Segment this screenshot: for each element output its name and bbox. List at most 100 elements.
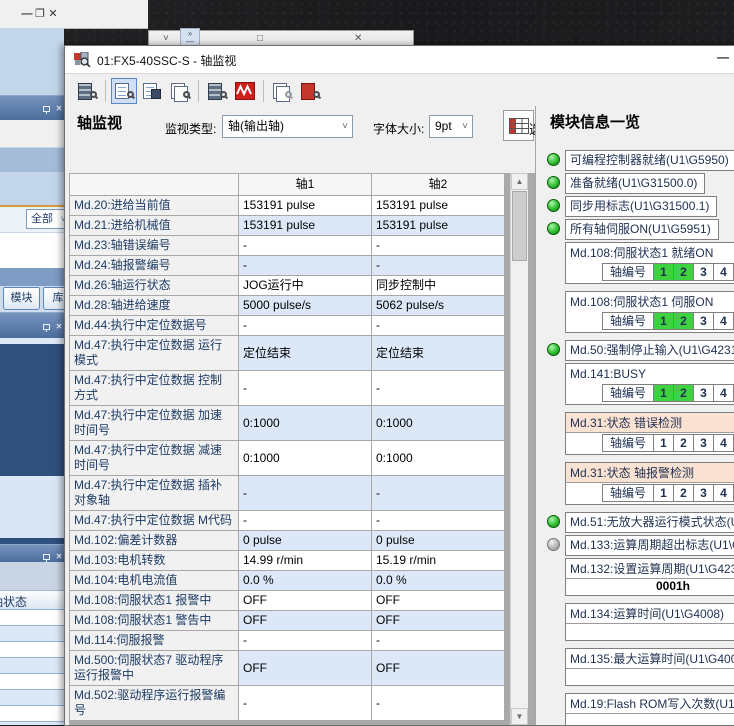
monitor-list-icon bbox=[114, 82, 134, 100]
monitor-item-label: Md.114:伺服报警 bbox=[70, 631, 239, 651]
table-row: Md.47:执行中定位数据 插补对象轴-- bbox=[70, 476, 505, 511]
axis-4-indicator: 4 bbox=[713, 484, 734, 502]
close-icon[interactable]: × bbox=[56, 103, 62, 114]
table-row: Md.47:执行中定位数据 运行模式定位结束定位结束 bbox=[70, 336, 505, 371]
table-row: Md.104:电机电流值0.0 %0.0 % bbox=[70, 571, 505, 591]
dock-toolbar-area bbox=[0, 120, 64, 147]
font-size-value: 9pt bbox=[435, 119, 452, 133]
axis-1-indicator: 1 bbox=[653, 263, 674, 281]
table-row: Md.26:轴运行状态JOG运行中同步控制中 bbox=[70, 276, 505, 296]
table-row: Md.47:执行中定位数据 加速时间号0:10000:1000 bbox=[70, 406, 505, 441]
axis-2-indicator: 2 bbox=[673, 384, 694, 402]
scroll-down-icon[interactable]: ▼ bbox=[511, 708, 528, 725]
monitor-item-label: Md.500:伺服状态7 驱动程序运行报警中 bbox=[70, 651, 239, 686]
scroll-up-icon[interactable]: ▲ bbox=[511, 173, 528, 190]
dock-panel-titlebar: × bbox=[0, 312, 64, 338]
close-icon[interactable]: × bbox=[56, 551, 62, 562]
axis-number-label: 轴编号 bbox=[602, 384, 654, 402]
gray-led-icon bbox=[547, 538, 560, 551]
status-header-label: 轴状态 bbox=[0, 593, 27, 610]
table-row: Md.24:轴报警编号-- bbox=[70, 256, 505, 276]
green-led-icon bbox=[547, 153, 560, 166]
monitor-start-icon bbox=[77, 82, 97, 100]
axis-monitor-window: 01:FX5-40SSC-S - 轴监视 — 轴监视 监视类型: 轴(输出轴) … bbox=[64, 45, 734, 726]
maximize-icon[interactable]: □ bbox=[257, 32, 263, 46]
close-icon[interactable]: ✕ bbox=[46, 6, 60, 22]
axis1-value: 0 pulse bbox=[239, 531, 372, 551]
close-icon[interactable]: × bbox=[56, 321, 62, 332]
restore-icon[interactable]: ❐ bbox=[33, 6, 47, 22]
monitor-item-label: Md.21:进给机械值 bbox=[70, 216, 239, 236]
dock-panel-titlebar: × bbox=[0, 95, 64, 120]
save-monitor-data-icon bbox=[142, 82, 162, 100]
close-icon[interactable]: ✕ bbox=[354, 32, 362, 46]
dock-list-area bbox=[0, 232, 64, 268]
status-value bbox=[566, 624, 734, 640]
axis2-value: - bbox=[372, 236, 505, 256]
axis-monitor-pane: 轴监视 监视类型: 轴(输出轴) ˅ 字体大小: 9pt ˅ bbox=[65, 106, 535, 725]
monitor-type-select[interactable]: 轴(输出轴) ˅ bbox=[222, 115, 353, 138]
axis-2-indicator: 2 bbox=[673, 484, 694, 502]
module-error-monitor-icon bbox=[300, 82, 320, 100]
monitor-item-label: Md.103:电机转数 bbox=[70, 551, 239, 571]
background-app-titlebar: — ❐ ✕ bbox=[0, 0, 148, 29]
table-row: Md.502:驱动程序运行报警编号-- bbox=[70, 686, 505, 721]
vertical-scrollbar[interactable]: ▲ ▼ bbox=[510, 173, 528, 725]
magnifier-glyph bbox=[90, 91, 97, 98]
toolbar-separator bbox=[263, 80, 264, 102]
axis-3-indicator: 3 bbox=[693, 484, 714, 502]
axis1-value: 0:1000 bbox=[239, 406, 372, 441]
magnifier-glyph bbox=[127, 91, 134, 98]
status-label: 所有轴伺服ON(U1\G5951) bbox=[565, 219, 719, 240]
dock-panel-area bbox=[0, 480, 64, 538]
axis2-value: 0 pulse bbox=[372, 531, 505, 551]
monitor-list-button[interactable] bbox=[111, 78, 137, 104]
pin-icon[interactable] bbox=[42, 552, 52, 562]
waveform-trace-button[interactable] bbox=[232, 78, 258, 104]
item-column-header bbox=[70, 174, 239, 196]
axis-status-box: Md.31:状态 轴报警检测轴编号1234 bbox=[565, 462, 734, 505]
save-monitor-data-button[interactable] bbox=[139, 78, 165, 104]
axis-1-indicator: 1 bbox=[653, 384, 674, 402]
axis1-value: - bbox=[239, 511, 372, 531]
axis1-value: 定位结束 bbox=[239, 336, 372, 371]
value-status-box: Md.134:运算时间(U1\G4008) bbox=[565, 603, 734, 641]
tab-module[interactable]: 模块 bbox=[3, 287, 40, 310]
minimize-icon[interactable]: — bbox=[20, 6, 34, 22]
axis2-value: 同步控制中 bbox=[372, 276, 505, 296]
font-size-select[interactable]: 9pt ˅ bbox=[429, 115, 473, 138]
axis2-value: - bbox=[372, 631, 505, 651]
axis1-value: - bbox=[239, 686, 372, 721]
module-status-item: 准备就绪(U1\G31500.0) bbox=[541, 173, 734, 192]
axis2-value: OFF bbox=[372, 651, 505, 686]
monitor-toolbar bbox=[65, 74, 734, 108]
axis-status-label: Md.31:状态 错误检测 bbox=[566, 413, 734, 433]
axis-number-label: 轴编号 bbox=[602, 434, 654, 452]
module-error-monitor-button[interactable] bbox=[297, 78, 323, 104]
pin-icon[interactable] bbox=[42, 104, 52, 114]
scrollbar-thumb[interactable] bbox=[512, 191, 527, 261]
axis2-value: - bbox=[372, 371, 505, 406]
module-monitor-button[interactable] bbox=[204, 78, 230, 104]
table-row: Md.47:执行中定位数据 减速时间号0:10000:1000 bbox=[70, 441, 505, 476]
axis1-value: 0:1000 bbox=[239, 441, 372, 476]
monitor-stop-icon bbox=[272, 82, 292, 100]
dock-overflow-button[interactable]: » — bbox=[180, 28, 200, 46]
pane-title: 轴监视 bbox=[77, 112, 122, 133]
copy-monitor-button[interactable] bbox=[167, 78, 193, 104]
monitor-item-label: Md.104:电机电流值 bbox=[70, 571, 239, 591]
green-led-icon bbox=[547, 343, 560, 356]
magnifier-glyph bbox=[183, 91, 190, 98]
monitor-start-button[interactable] bbox=[74, 78, 100, 104]
value-status-box: Md.132:设置运算周期(U1\G4238)0001h bbox=[565, 558, 734, 596]
pin-icon[interactable] bbox=[42, 322, 52, 332]
chevron-down-icon[interactable]: ˅ bbox=[163, 32, 169, 46]
axis-2-indicator: 2 bbox=[673, 263, 694, 281]
minimize-icon[interactable]: — bbox=[717, 50, 729, 64]
axis-status-box: Md.31:状态 错误检测轴编号1234 bbox=[565, 412, 734, 455]
status-table-rows bbox=[0, 610, 64, 725]
monitor-stop-button[interactable] bbox=[269, 78, 295, 104]
axis-monitor-icon bbox=[74, 52, 91, 72]
axis1-value: JOG运行中 bbox=[239, 276, 372, 296]
table-grid-icon bbox=[509, 118, 529, 134]
